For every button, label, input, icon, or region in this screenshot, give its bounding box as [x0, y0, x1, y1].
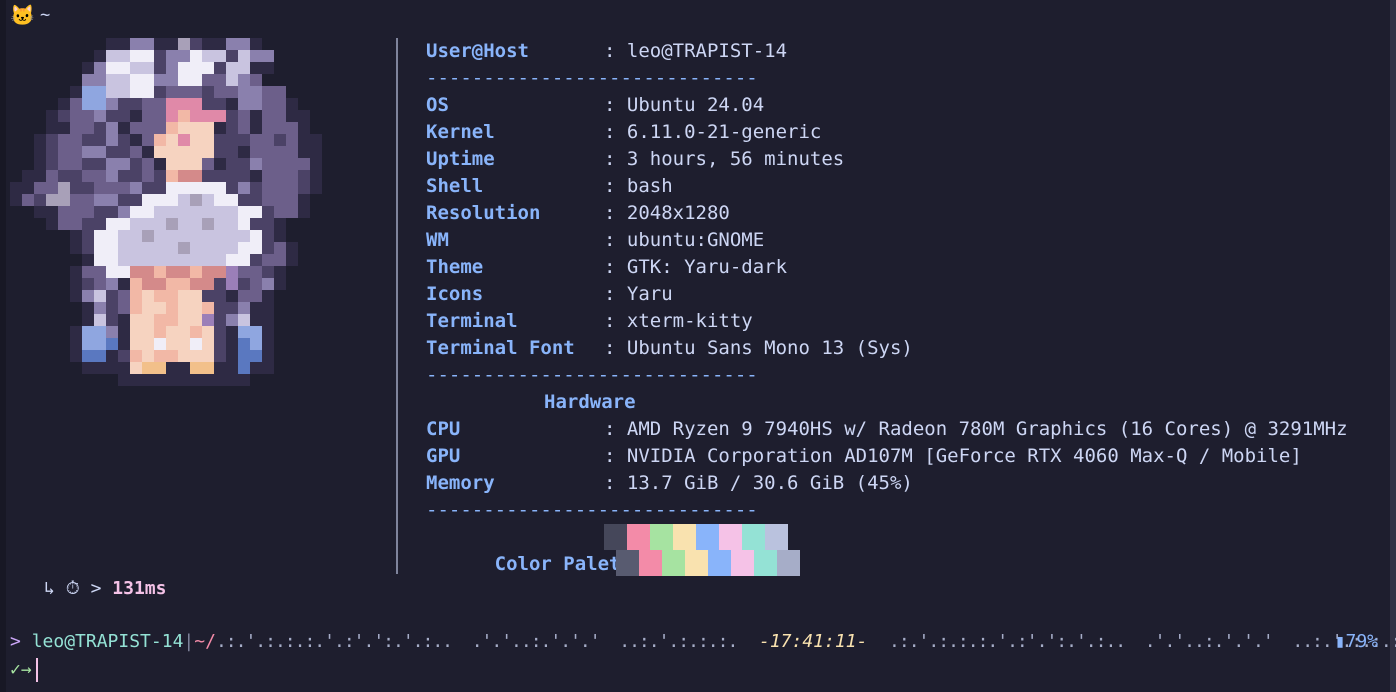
command-input-line[interactable]: ✓→ — [10, 656, 38, 684]
palette-swatch — [696, 524, 719, 550]
hardware-heading: Hardware — [544, 391, 636, 413]
sysinfo-value: 13.7 GiB / 30.6 GiB (45%) — [626, 472, 913, 494]
command-duration: 131ms — [112, 578, 167, 599]
command-timer: ↳ ⏱ > 131ms — [44, 576, 166, 602]
palette-swatch — [708, 550, 731, 576]
window-left-edge — [0, 0, 6, 692]
sysinfo-row-gpu: GPU: NVIDIA Corporation AD107M [GeForce … — [426, 443, 1302, 470]
sysinfo-value: xterm-kitty — [626, 310, 753, 332]
sysinfo-value: Ubuntu Sans Mono 13 (Sys) — [626, 337, 913, 359]
color-palette-row: Color Palette: — [426, 524, 826, 578]
sysinfo-key: Terminal — [426, 310, 518, 332]
anime-pixel-art-logo — [10, 38, 322, 386]
separator-line: ----------------------------- — [426, 67, 758, 89]
prompt-user-host: leo@TRAPIST-14 — [31, 631, 184, 652]
timer-separator: > — [90, 578, 102, 599]
sysinfo-value: GTK: Yaru-dark — [626, 256, 788, 278]
sysinfo-row-memory: Memory: 13.7 GiB / 30.6 GiB (45%) — [426, 470, 913, 497]
sysinfo-key: GPU — [426, 445, 461, 467]
sysinfo-row-theme: Theme: GTK: Yaru-dark — [426, 254, 787, 281]
palette-swatch — [627, 524, 650, 550]
sysinfo-value: NVIDIA Corporation AD107M [GeForce RTX 4… — [626, 445, 1302, 467]
sysinfo-key: Shell — [426, 175, 484, 197]
sysinfo-key: Theme — [426, 256, 484, 278]
sysinfo-value: 3 hours, 56 minutes — [626, 148, 845, 170]
sysinfo-key: WM — [426, 229, 449, 251]
sysinfo-key: Terminal Font — [426, 337, 575, 359]
sysinfo-value: bash — [626, 175, 673, 197]
separator-line: ----------------------------- — [426, 499, 758, 521]
stopwatch-icon: ⏱ — [65, 578, 80, 599]
palette-swatch — [662, 550, 685, 576]
palette-swatch — [639, 550, 662, 576]
sysinfo-row-terminal: Terminal: xterm-kitty — [426, 308, 753, 335]
window-right-edge — [1390, 0, 1396, 692]
palette-swatch — [765, 524, 788, 550]
battery-icon: ▮ — [1334, 631, 1346, 652]
sysinfo-row-wm: WM: ubuntu:GNOME — [426, 227, 764, 254]
sysinfo-key: Memory — [426, 472, 495, 494]
separator-line: ----------------------------- — [426, 364, 758, 386]
sysinfo-header: User@Host: leo@TRAPIST-14 — [426, 38, 787, 65]
sysinfo-key: User@Host — [426, 40, 529, 62]
palette-swatch — [616, 550, 639, 576]
sysinfo-row-icons: Icons: Yaru — [426, 281, 673, 308]
sysinfo-value: 6.11.0-21-generic — [626, 121, 822, 143]
terminal-window[interactable]: 🐱 ~ User@Host: leo@TRAPIST-14 ----------… — [0, 0, 1396, 692]
sysinfo-value: Ubuntu 24.04 — [626, 94, 765, 116]
prompt-filler-left: .:.'.:.:.:.'.:'.':.'.:.. .'.'..:.'.'.' .… — [215, 631, 738, 652]
tab-title: ~ — [40, 5, 51, 25]
sysinfo-row-terminal-font: Terminal Font: Ubuntu Sans Mono 13 (Sys) — [426, 335, 913, 362]
sysinfo-value: 2048x1280 — [626, 202, 730, 224]
sysinfo-key: Uptime — [426, 148, 495, 170]
palette-swatch — [742, 524, 765, 550]
prompt-clock: -17:41:11- — [758, 631, 868, 652]
palette-swatch — [685, 550, 708, 576]
sysinfo-row-uptime: Uptime: 3 hours, 56 minutes — [426, 146, 844, 173]
return-arrow-icon: ↳ — [44, 578, 55, 599]
sysinfo-key: Resolution — [426, 202, 541, 224]
palette-swatch — [650, 524, 673, 550]
sysinfo-row-kernel: Kernel: 6.11.0-21-generic — [426, 119, 821, 146]
text-cursor[interactable] — [35, 658, 38, 682]
sysinfo-row-cpu: CPU: AMD Ryzen 9 7940HS w/ Radeon 780M G… — [426, 416, 1348, 443]
palette-swatch — [731, 550, 754, 576]
sysinfo-key: CPU — [426, 418, 461, 440]
prompt-marker: > — [10, 631, 21, 652]
sysinfo-key: OS — [426, 94, 449, 116]
palette-swatch — [777, 550, 800, 576]
palette-swatch — [719, 524, 742, 550]
prompt-status-line: > leo@TRAPIST-14|~/.:.'.:.:.:.'.:'.':.'.… — [10, 628, 1396, 656]
tab-bar: 🐱 ~ — [0, 0, 1396, 30]
sysinfo-value: ubuntu:GNOME — [626, 229, 765, 251]
palette-swatch — [604, 524, 627, 550]
prompt-filler-right: .:.'.:.:.:.'.:'.':.'.:.. .'.'..:.'.'.' .… — [889, 631, 1396, 652]
sysinfo-value: Yaru — [626, 283, 673, 305]
prompt-cwd: ~/ — [194, 631, 216, 652]
battery-percent: 79% — [1345, 631, 1378, 652]
sysinfo-value: leo@TRAPIST-14 — [626, 40, 788, 62]
battery-status: ▮79% — [1335, 628, 1378, 656]
sysinfo-key: Icons — [426, 283, 484, 305]
sysinfo-key: Kernel — [426, 121, 495, 143]
sysinfo-value: AMD Ryzen 9 7940HS w/ Radeon 780M Graphi… — [626, 418, 1348, 440]
cat-icon: 🐱 — [10, 3, 35, 27]
sysinfo-row-os: OS: Ubuntu 24.04 — [426, 92, 764, 119]
sysinfo-row-resolution: Resolution: 2048x1280 — [426, 200, 730, 227]
info-divider — [396, 38, 398, 574]
success-arrow-icon: ✓→ — [10, 659, 32, 680]
prompt-pipe: | — [183, 631, 195, 652]
palette-swatch — [754, 550, 777, 576]
sysinfo-row-shell: Shell: bash — [426, 173, 673, 200]
palette-swatch — [673, 524, 696, 550]
